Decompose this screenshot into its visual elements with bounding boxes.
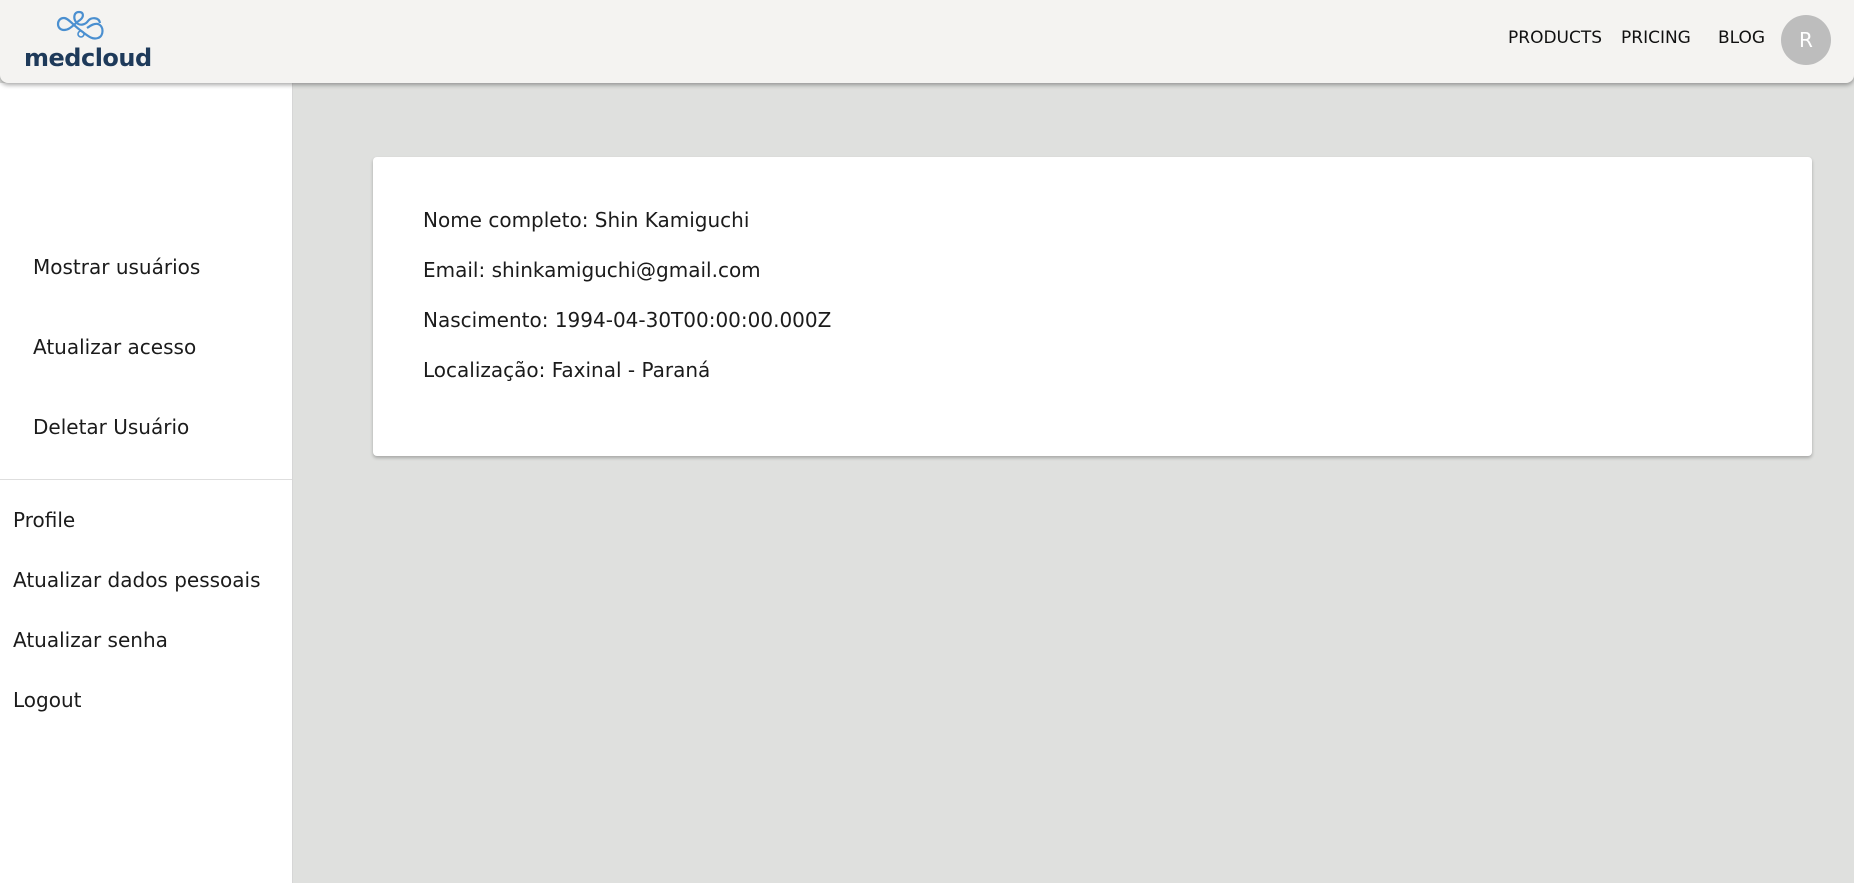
profile-birthdate: Nascimento: 1994-04-30T00:00:00.000Z bbox=[423, 308, 832, 332]
cloud-infinity-icon bbox=[56, 10, 104, 40]
nav-products-link[interactable]: PRODUCTS bbox=[1508, 28, 1602, 48]
logo-text: medcloud bbox=[24, 44, 152, 72]
sidebar-item-atualizar-senha[interactable]: Atualizar senha bbox=[13, 628, 168, 652]
profile-location: Localização: Faxinal - Paraná bbox=[423, 358, 711, 382]
sidebar-item-logout[interactable]: Logout bbox=[13, 688, 81, 712]
sidebar: Mostrar usuários Atualizar acesso Deleta… bbox=[0, 83, 293, 883]
sidebar-item-atualizar-acesso[interactable]: Atualizar acesso bbox=[33, 335, 196, 359]
user-avatar[interactable]: R bbox=[1781, 15, 1831, 65]
profile-email: Email: shinkamiguchi@gmail.com bbox=[423, 258, 761, 282]
app-header: medcloud PRODUCTS PRICING BLOG R bbox=[0, 0, 1854, 83]
sidebar-item-mostrar-usuarios[interactable]: Mostrar usuários bbox=[33, 255, 200, 279]
profile-card: Nome completo: Shin Kamiguchi Email: shi… bbox=[373, 157, 1812, 456]
sidebar-item-atualizar-dados-pessoais[interactable]: Atualizar dados pessoais bbox=[13, 568, 261, 592]
medcloud-logo[interactable]: medcloud bbox=[24, 10, 152, 72]
sidebar-item-deletar-usuario[interactable]: Deletar Usuário bbox=[33, 415, 189, 439]
nav-blog-link[interactable]: BLOG bbox=[1718, 28, 1765, 48]
profile-name: Nome completo: Shin Kamiguchi bbox=[423, 208, 750, 232]
nav-pricing-link[interactable]: PRICING bbox=[1621, 28, 1691, 48]
sidebar-item-profile[interactable]: Profile bbox=[13, 508, 75, 532]
sidebar-divider bbox=[0, 479, 292, 480]
